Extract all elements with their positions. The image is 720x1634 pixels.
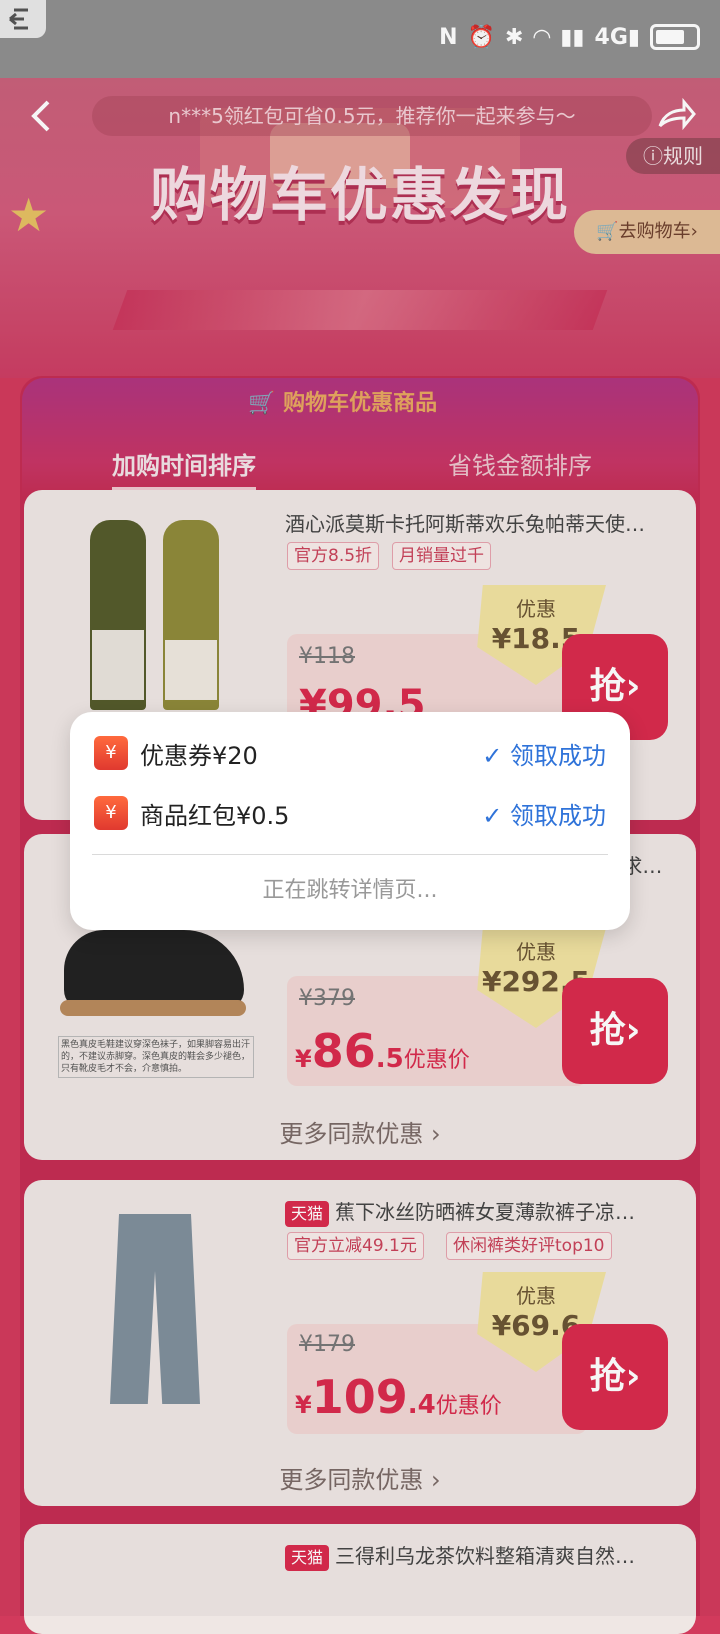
claim-status: ✓ 领取成功 (482, 742, 606, 770)
redirect-message: 正在跳转详情页... (262, 878, 438, 903)
claim-row-coupon: ¥ 优惠券¥20 ✓ 领取成功 (94, 730, 606, 780)
coupon-yen-icon: ¥ (94, 736, 128, 770)
modal-divider (92, 854, 608, 855)
check-icon: ✓ (482, 742, 510, 770)
claim-row-red-packet: ¥ 商品红包¥0.5 ✓ 领取成功 (94, 790, 606, 840)
claim-label: 优惠券¥20 (140, 742, 258, 770)
claim-result-dialog: ¥ 优惠券¥20 ✓ 领取成功 ¥ 商品红包¥0.5 ✓ 领取成功 正在跳转详情… (70, 712, 630, 930)
check-icon: ✓ (482, 802, 510, 830)
claim-status: ✓ 领取成功 (482, 802, 606, 830)
red-packet-yen-icon: ¥ (94, 796, 128, 830)
claim-label: 商品红包¥0.5 (140, 802, 290, 830)
